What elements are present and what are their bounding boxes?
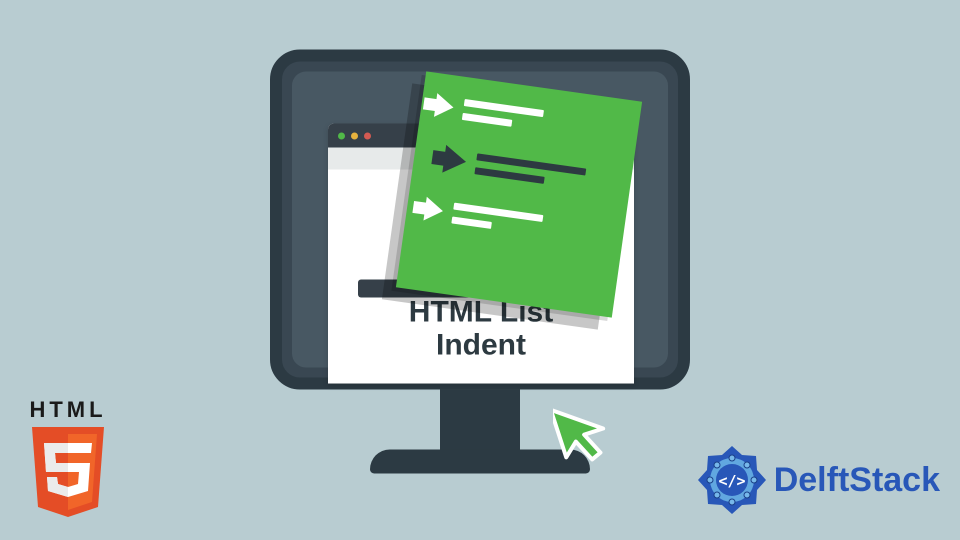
list-row-2 <box>442 145 618 197</box>
delftstack-emblem-icon: </> <box>696 444 768 516</box>
text-line-icon <box>462 112 512 126</box>
arrow-right-icon <box>423 197 444 223</box>
browser-content: HTML List Indent <box>328 170 634 384</box>
delftstack-logo: </> DelftStack <box>696 444 940 516</box>
traffic-light-yellow-icon <box>351 132 358 139</box>
title-line-2: Indent <box>409 329 553 362</box>
cursor-arrow-icon <box>553 396 615 473</box>
browser-window: HTML List Indent <box>328 124 634 384</box>
monitor-neck <box>440 390 520 450</box>
monitor-illustration: HTML List Indent <box>270 50 690 474</box>
html5-label: HTML <box>26 397 110 423</box>
arrow-right-icon <box>434 93 455 119</box>
arrow-right-dark-icon <box>442 145 468 176</box>
delftstack-label: DelftStack <box>774 461 940 500</box>
html5-shield-icon <box>26 425 110 519</box>
html5-logo: HTML <box>26 397 110 524</box>
svg-text:</>: </> <box>718 472 745 490</box>
monitor-screen: HTML List Indent <box>270 50 690 390</box>
green-document <box>396 71 642 317</box>
list-row-3 <box>423 197 611 247</box>
traffic-light-red-icon <box>364 132 371 139</box>
text-line-icon <box>474 167 544 184</box>
traffic-light-green-icon <box>338 132 345 139</box>
text-line-icon <box>451 216 492 228</box>
list-row-1 <box>434 93 625 143</box>
